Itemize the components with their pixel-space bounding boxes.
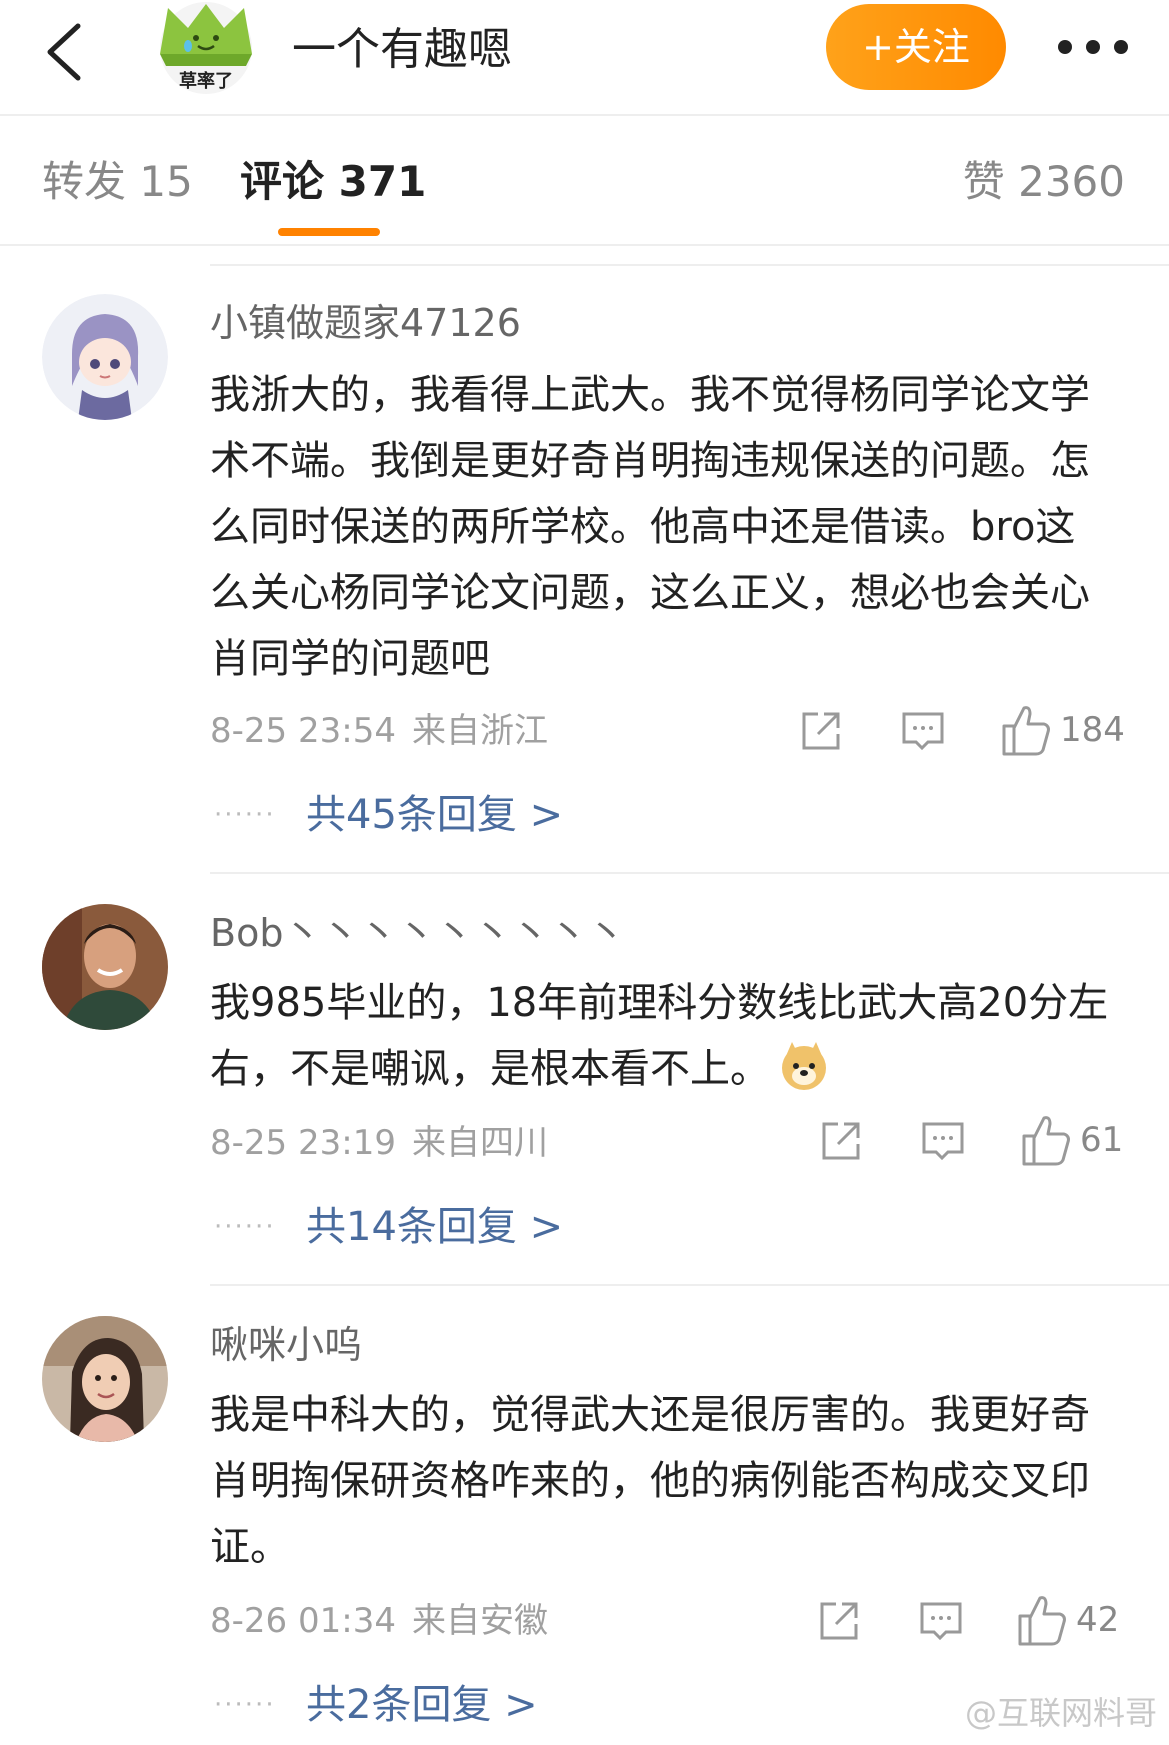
comment-icon xyxy=(902,712,944,751)
comment-text: 我是中科大的，觉得武大还是很厉害的。我更好奇肖明掏保研资格咋来的，他的病例能否构… xyxy=(210,1392,1090,1570)
like-count: 184 xyxy=(1060,710,1125,750)
comment-meta: 8-26 01:34 来自安徽 xyxy=(210,1596,548,1646)
comment-button[interactable] xyxy=(898,706,948,756)
like-button[interactable]: 42 xyxy=(1016,1592,1130,1648)
like-count: 42 xyxy=(1076,1600,1120,1640)
comment-avatar[interactable] xyxy=(42,294,168,420)
girl-photo-avatar-image xyxy=(42,1316,168,1442)
active-tab-indicator xyxy=(278,228,380,236)
comment-username[interactable]: Bob丶丶丶丶丶丶丶丶丶 xyxy=(210,908,625,958)
page-title[interactable]: 一个有趣嗯 xyxy=(292,18,512,82)
comment-icon xyxy=(920,1602,962,1641)
author-avatar[interactable]: 草率了 xyxy=(152,2,260,102)
like-button[interactable]: 61 xyxy=(1020,1112,1130,1168)
comment-text: 我浙大的，我看得上武大。我不觉得杨同学论文学术不端。我倒是更好奇肖明掏违规保送的… xyxy=(210,372,1090,682)
thumbs-up-icon xyxy=(1002,706,1050,756)
tab-likes[interactable]: 赞 2360 xyxy=(963,152,1125,212)
comment-text-body: 我985毕业的，18年前理科分数线比武大高20分左右，不是嘲讽，是根本看不上。 xyxy=(210,980,1109,1092)
comment-time: 8-26 01:34 xyxy=(210,1601,396,1641)
divider xyxy=(210,264,1169,266)
more-dots-icon xyxy=(1058,40,1072,54)
avatar-caption: 草率了 xyxy=(179,71,233,92)
share-icon xyxy=(820,1602,858,1640)
comment-meta: 8-25 23:19 来自四川 xyxy=(210,1118,548,1168)
comment-button[interactable] xyxy=(916,1596,966,1646)
comment-time: 8-25 23:19 xyxy=(210,1123,396,1163)
tab-bar: 转发 15 评论 371 赞 2360 xyxy=(0,116,1169,246)
thumbs-up-icon xyxy=(1022,1116,1070,1166)
share-button[interactable] xyxy=(796,706,846,756)
comment-time: 8-25 23:54 xyxy=(210,711,396,751)
share-icon xyxy=(822,1122,860,1160)
comment-button[interactable] xyxy=(918,1116,968,1166)
more-dot xyxy=(1114,40,1128,54)
view-replies-link[interactable]: 共2条回复 > xyxy=(306,1678,538,1732)
comment-text: 我985毕业的，18年前理科分数线比武大高20分左右，不是嘲讽，是根本看不上。 xyxy=(210,970,1110,1102)
comment-username[interactable]: 小镇做题家47126 xyxy=(210,298,521,348)
chevron-left-icon xyxy=(47,23,81,81)
reply-dots: ······ xyxy=(214,1690,276,1720)
share-icon xyxy=(802,712,840,750)
more-button[interactable] xyxy=(1050,22,1150,72)
divider xyxy=(210,1284,1169,1286)
comment-icon xyxy=(922,1122,964,1161)
tab-repost[interactable]: 转发 15 xyxy=(42,152,193,212)
share-button[interactable] xyxy=(814,1596,864,1646)
comment-location: 来自四川 xyxy=(411,1123,548,1163)
more-dot xyxy=(1086,40,1100,54)
thumbs-up-icon xyxy=(1018,1596,1066,1646)
reply-dots: ······ xyxy=(214,1212,276,1242)
anime-avatar-image xyxy=(42,294,168,420)
watermark: @互联网料哥 xyxy=(964,1694,1157,1732)
back-button[interactable] xyxy=(26,8,106,98)
like-count: 61 xyxy=(1080,1120,1124,1160)
like-button[interactable]: 184 xyxy=(1000,702,1130,758)
comment-username[interactable]: 啾咪小呜 xyxy=(210,1320,362,1370)
share-button[interactable] xyxy=(816,1116,866,1166)
comment-location: 来自安徽 xyxy=(411,1601,548,1641)
comment-avatar[interactable] xyxy=(42,1316,168,1442)
tab-comments[interactable]: 评论 371 xyxy=(240,152,426,212)
divider xyxy=(210,872,1169,874)
reply-dots: ······ xyxy=(214,800,276,830)
comment-location: 来自浙江 xyxy=(411,711,548,751)
top-bar: 草率了 一个有趣嗯 +关注 xyxy=(0,0,1169,116)
view-replies-link[interactable]: 共14条回复 > xyxy=(306,1200,563,1254)
comment-avatar[interactable] xyxy=(42,904,168,1030)
follow-button[interactable]: +关注 xyxy=(826,4,1006,90)
comment-meta: 8-25 23:54 来自浙江 xyxy=(210,706,548,756)
doge-emoji-icon xyxy=(778,1040,830,1092)
man-photo-avatar-image xyxy=(42,904,168,1030)
view-replies-link[interactable]: 共45条回复 > xyxy=(306,788,563,842)
